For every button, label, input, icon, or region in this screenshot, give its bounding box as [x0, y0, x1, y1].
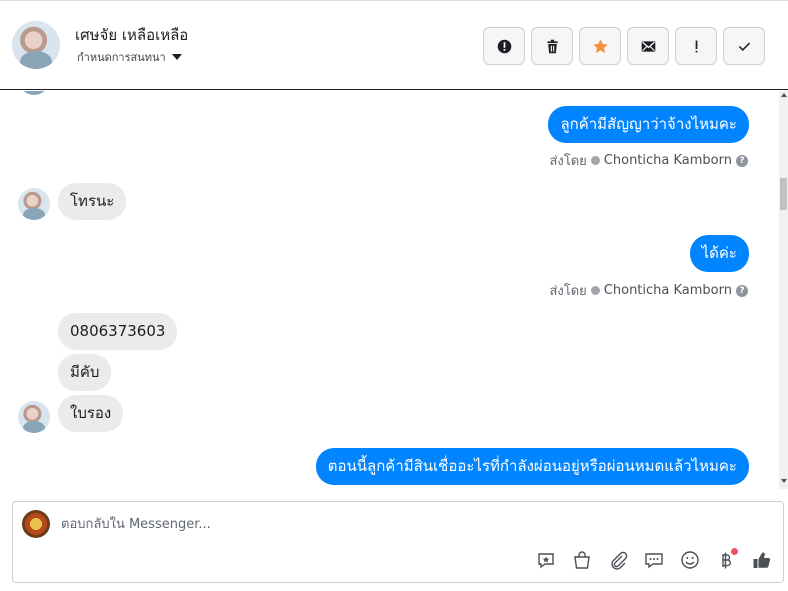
emoji-button[interactable] — [678, 548, 702, 572]
incoming-message[interactable]: มีคับ — [58, 354, 112, 391]
outgoing-message[interactable]: ตอนนี้ลูกค้ามีสินเชื่ออะไรที่กำลังผ่อนอย… — [315, 448, 749, 485]
incoming-message[interactable]: โทรนะ — [58, 183, 127, 220]
conversation-header: เศษจัย เหลือเหลือ กำหนดการสนทนา — [0, 0, 788, 90]
delete-button[interactable] — [531, 27, 573, 65]
reply-input[interactable] — [61, 512, 661, 536]
conversation-status-label: กำหนดการสนทนา — [77, 51, 166, 64]
contact-avatar-small[interactable] — [18, 401, 50, 433]
mark-unread-button[interactable] — [627, 27, 669, 65]
help-icon[interactable]: ? — [736, 154, 748, 167]
contact-avatar-small[interactable] — [18, 188, 50, 220]
emoji-icon — [681, 551, 699, 569]
page-avatar — [22, 510, 50, 538]
follow-up-button[interactable] — [675, 27, 717, 65]
alert-circle-icon — [497, 39, 511, 53]
caret-down-icon — [171, 54, 182, 60]
reply-composer — [12, 501, 784, 583]
scroll-up-arrow-icon[interactable] — [781, 93, 787, 97]
done-button[interactable] — [723, 27, 765, 65]
outgoing-message[interactable]: ลูกค้ามีสัญญาว่าจ้างไหมคะ — [548, 106, 749, 143]
sent-by-label: ส่งโดย Chonticha Kamborn ? — [549, 150, 748, 171]
sent-by-label: ส่งโดย Chonticha Kamborn ? — [549, 280, 748, 301]
like-button[interactable] — [750, 548, 774, 572]
star-icon — [592, 38, 608, 53]
help-icon[interactable]: ? — [736, 284, 748, 297]
scrollbar-thumb[interactable] — [780, 178, 787, 210]
paperclip-icon — [611, 551, 628, 570]
verified-dot-icon — [590, 156, 600, 165]
verified-dot-icon — [590, 286, 600, 295]
contact-avatar[interactable] — [12, 21, 60, 69]
sent-by-prefix: ส่งโดย — [549, 154, 587, 169]
exclamation-icon — [695, 40, 697, 52]
agent-name[interactable]: Chonticha Kamborn — [604, 153, 732, 168]
attach-button[interactable] — [606, 548, 630, 572]
incoming-message[interactable]: 0806373603 — [58, 313, 178, 350]
spam-button[interactable] — [483, 27, 525, 65]
star-button[interactable] — [579, 27, 621, 65]
agent-name[interactable]: Chonticha Kamborn — [604, 283, 732, 298]
message-thread[interactable]: ลูกค้ามีสัญญาว่าจ้างไหมคะ ส่งโดย Chontic… — [0, 91, 778, 489]
scroll-down-arrow-icon[interactable] — [781, 479, 787, 483]
outgoing-message[interactable]: ได้ค่ะ — [689, 235, 749, 272]
payment-button[interactable] — [714, 548, 738, 572]
incoming-message[interactable]: ใบรอง — [58, 395, 124, 432]
sent-by-prefix: ส่งโดย — [549, 284, 587, 299]
contact-name[interactable]: เศษจัย เหลือเหลือ — [75, 23, 188, 47]
check-icon — [738, 42, 750, 51]
thread-scrollbar[interactable] — [779, 91, 788, 489]
thumbs-up-icon — [753, 552, 771, 568]
contact-avatar-small — [18, 91, 50, 95]
envelope-icon — [641, 40, 655, 52]
trash-icon — [546, 39, 558, 53]
conversation-status-dropdown[interactable]: กำหนดการสนทนา — [77, 48, 182, 66]
shop-button[interactable] — [570, 548, 594, 572]
chat-bubble-icon — [645, 553, 663, 569]
saved-reply-button[interactable] — [534, 548, 558, 572]
quick-reply-button[interactable] — [642, 548, 666, 572]
saved-reply-icon — [538, 553, 554, 569]
notification-dot — [731, 548, 738, 555]
shop-bag-icon — [574, 551, 590, 569]
